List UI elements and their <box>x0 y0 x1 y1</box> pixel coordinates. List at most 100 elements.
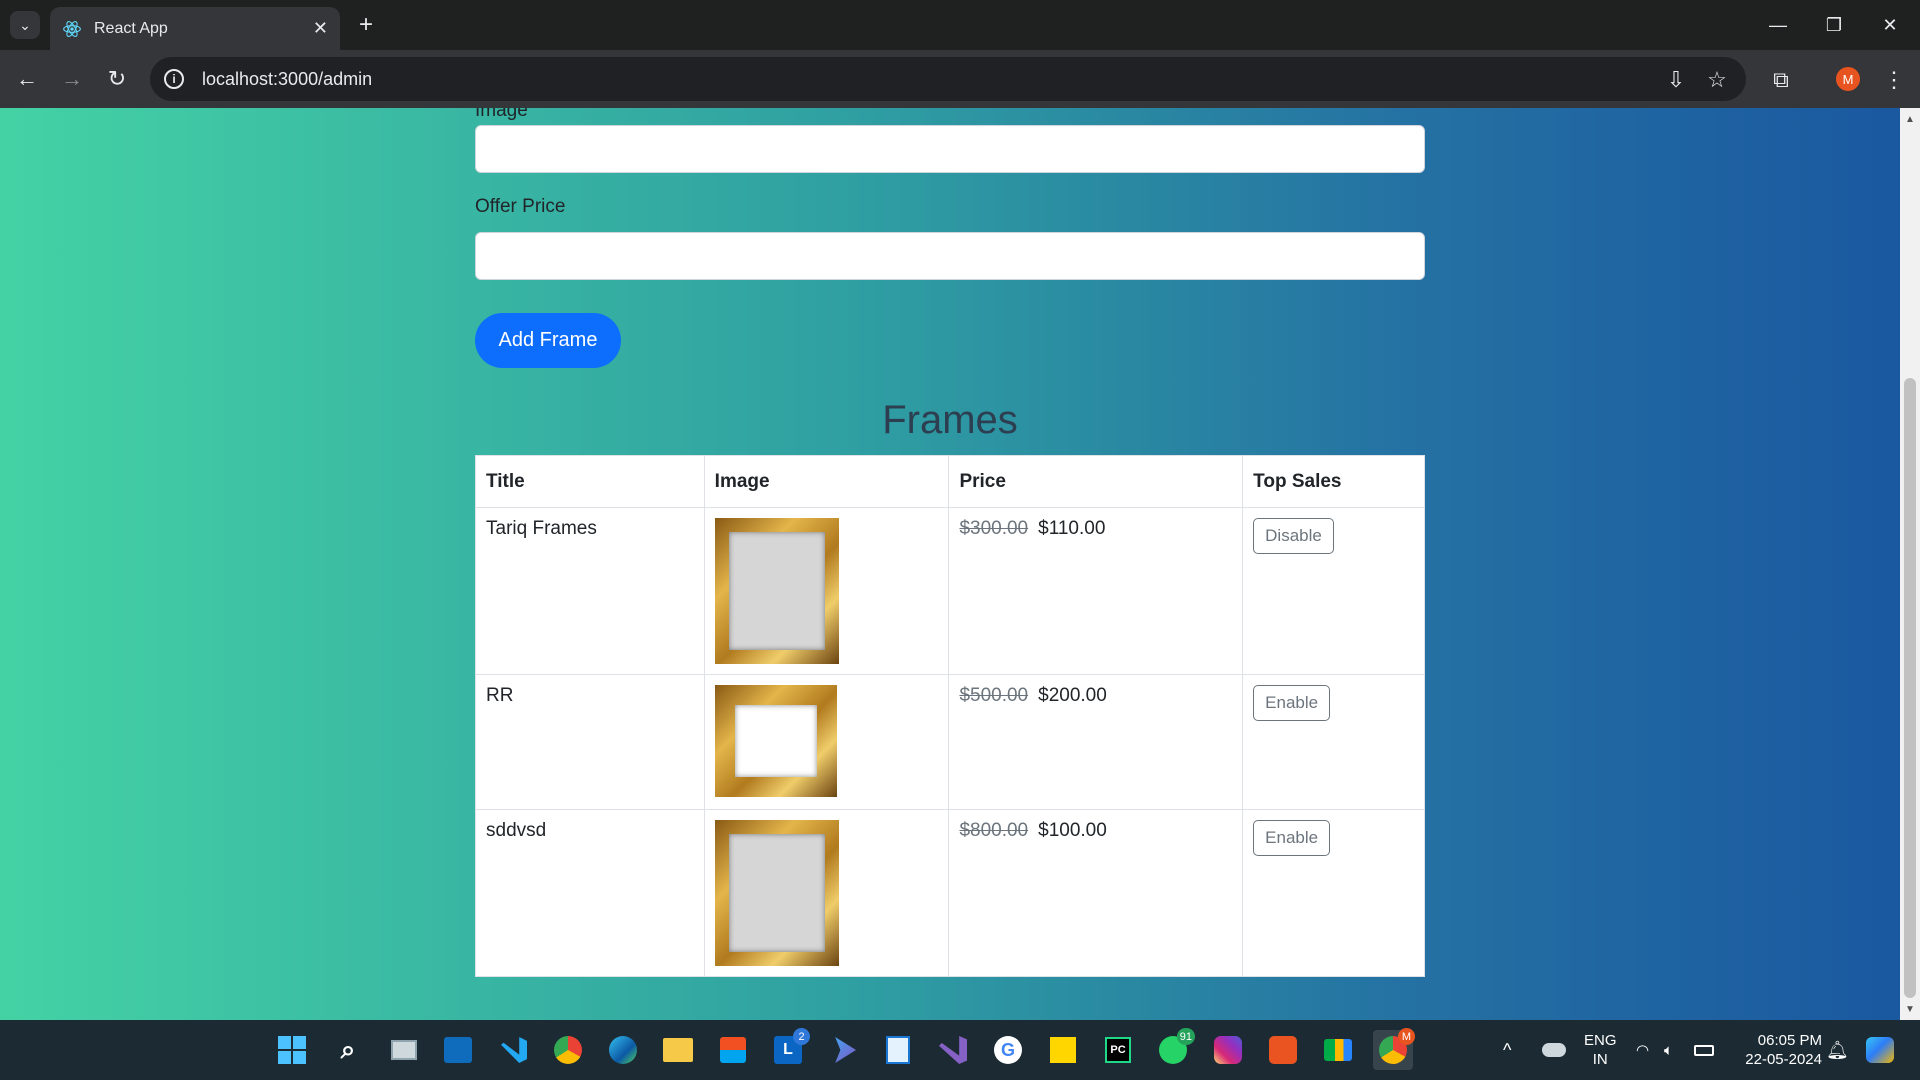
scroll-up-icon[interactable]: ▲ <box>1900 110 1920 128</box>
time-text: 06:05 PM <box>1757 1032 1822 1049</box>
google-icon[interactable]: G <box>988 1030 1028 1070</box>
row-price-cell: $500.00 $200.00 <box>948 674 1244 810</box>
url-text: localhost:3000/admin <box>202 68 373 89</box>
scroll-down-icon[interactable]: ▼ <box>1900 1000 1920 1018</box>
wifi-icon[interactable]: ◠ <box>1636 1020 1649 1080</box>
frame-image <box>714 685 837 797</box>
whatsapp-icon[interactable]: 91 <box>1153 1028 1195 1070</box>
browser-tabstrip: ⌄ React App ✕ + — ❐ ✕ <box>0 0 1920 50</box>
browser-tab[interactable]: React App ✕ <box>50 7 340 50</box>
scrollbar-thumb[interactable] <box>1904 378 1916 998</box>
frames-section-title: Frames <box>882 398 1018 442</box>
volume-icon[interactable]: 🔈︎ <box>1664 1020 1673 1080</box>
whatsapp-badge: 91 <box>1176 1028 1195 1045</box>
original-price: $800.00 <box>959 820 1029 841</box>
sticky-notes-icon[interactable] <box>1043 1030 1083 1070</box>
back-icon[interactable]: ← <box>12 64 42 94</box>
disable-top-sales-button[interactable]: Disable <box>1253 518 1334 554</box>
forward-icon[interactable]: → <box>57 64 87 94</box>
row-price-cell: $800.00 $100.00 <box>948 809 1244 977</box>
notepad-icon[interactable] <box>878 1030 918 1070</box>
header-image: Image <box>703 455 950 508</box>
offer-price-input[interactable] <box>475 232 1425 280</box>
onedrive-error-icon[interactable] <box>1542 1020 1566 1080</box>
page-viewport: Image Offer Price Add Frame Frames Title… <box>0 108 1900 1020</box>
language-indicator[interactable]: ENG IN <box>1584 1020 1617 1080</box>
battery-icon[interactable] <box>1694 1020 1714 1080</box>
original-price: $300.00 <box>959 518 1029 539</box>
header-top-sales: Top Sales <box>1242 455 1425 508</box>
image-input[interactable] <box>475 125 1425 173</box>
row-top-sales-cell: Disable <box>1242 507 1425 675</box>
page-scrollbar[interactable]: ▲ ▼ <box>1900 108 1920 1020</box>
offer-price: $100.00 <box>1038 820 1107 841</box>
browser-menu-icon[interactable]: ⋮ <box>1880 66 1908 94</box>
table-row: Tariq Frames $300.00 $110.00 Disable <box>475 507 1425 675</box>
table-row: sddvsd $800.00 $100.00 Enable <box>475 809 1425 977</box>
reload-icon[interactable]: ↻ <box>102 64 132 94</box>
windows-taskbar: ⌕ L 2 G PC 91 M ^ ENG IN ◠ 🔈︎ 06:05 PM 2… <box>0 1020 1920 1080</box>
row-title: sddvsd <box>475 809 705 977</box>
linkedin-icon[interactable]: L 2 <box>768 1028 810 1070</box>
new-tab-icon[interactable]: + <box>352 11 380 39</box>
bookmark-star-icon[interactable]: ☆ <box>1703 66 1731 94</box>
enable-top-sales-button[interactable]: Enable <box>1253 820 1331 856</box>
file-explorer-icon[interactable] <box>658 1030 698 1070</box>
profile-avatar[interactable]: M <box>1836 67 1860 91</box>
extensions-icon[interactable]: ⧉ <box>1767 66 1795 94</box>
chrome-profile-badge: M <box>1398 1028 1415 1045</box>
original-price: $500.00 <box>959 685 1029 706</box>
show-hidden-icons-chevron-icon[interactable]: ^ <box>1503 1020 1511 1080</box>
site-info-icon[interactable]: i <box>164 69 184 89</box>
offer-price: $110.00 <box>1038 518 1106 539</box>
tab-search-chevron-icon[interactable]: ⌄ <box>10 11 40 39</box>
ubuntu-icon[interactable] <box>1263 1030 1303 1070</box>
chrome-icon[interactable] <box>548 1030 588 1070</box>
frames-table: Title Image Price Top Sales Tariq Frames… <box>475 455 1425 977</box>
edge-icon[interactable] <box>603 1030 643 1070</box>
header-title: Title <box>475 455 705 508</box>
row-title: Tariq Frames <box>475 507 705 675</box>
google-meet-icon[interactable] <box>1318 1030 1358 1070</box>
visual-studio-icon[interactable] <box>933 1030 973 1070</box>
address-bar[interactable]: i localhost:3000/admin <box>150 57 1746 101</box>
row-title: RR <box>475 674 705 810</box>
add-frame-button[interactable]: Add Frame <box>475 313 621 368</box>
tab-close-icon[interactable]: ✕ <box>313 18 328 39</box>
task-view-icon[interactable] <box>384 1030 424 1070</box>
row-top-sales-cell: Enable <box>1242 809 1425 977</box>
region-text: IN <box>1592 1051 1608 1068</box>
copilot-preview-icon[interactable] <box>1866 1020 1894 1080</box>
chrome-active-icon[interactable]: M <box>1373 1028 1415 1070</box>
outlook-icon[interactable] <box>438 1030 478 1070</box>
frame-image <box>714 518 839 664</box>
close-window-icon[interactable]: ✕ <box>1870 10 1910 40</box>
offer-price-label: Offer Price <box>475 196 566 217</box>
minimize-icon[interactable]: — <box>1758 10 1798 40</box>
vscode-icon[interactable] <box>494 1030 534 1070</box>
offer-price: $200.00 <box>1038 685 1107 706</box>
table-row: RR $500.00 $200.00 Enable <box>475 674 1425 810</box>
date-text: 22-05-2024 <box>1745 1051 1822 1068</box>
linkedin-badge: 2 <box>793 1028 810 1045</box>
microsoft-store-icon[interactable] <box>713 1030 753 1070</box>
notification-bell-icon[interactable]: 🔔︎ <box>1826 1020 1849 1080</box>
instagram-icon[interactable] <box>1208 1030 1248 1070</box>
react-logo-icon <box>63 20 81 37</box>
row-image-cell <box>703 809 950 977</box>
row-top-sales-cell: Enable <box>1242 674 1425 810</box>
restore-icon[interactable]: ❐ <box>1814 10 1854 40</box>
frame-image <box>714 820 839 966</box>
start-windows-icon[interactable] <box>272 1030 312 1070</box>
row-price-cell: $300.00 $110.00 <box>948 507 1244 675</box>
install-app-icon[interactable]: ⇩ <box>1662 66 1690 94</box>
search-icon[interactable]: ⌕ <box>328 1030 368 1070</box>
enable-top-sales-button[interactable]: Enable <box>1253 685 1331 721</box>
copilot-icon[interactable] <box>823 1030 863 1070</box>
image-field-label: Image <box>475 108 528 121</box>
pycharm-icon[interactable]: PC <box>1098 1030 1138 1070</box>
clock[interactable]: 06:05 PM 22-05-2024 <box>1736 1020 1822 1080</box>
row-image-cell <box>703 674 950 810</box>
tab-title: React App <box>94 19 168 37</box>
table-header-row: Title Image Price Top Sales <box>475 455 1425 508</box>
